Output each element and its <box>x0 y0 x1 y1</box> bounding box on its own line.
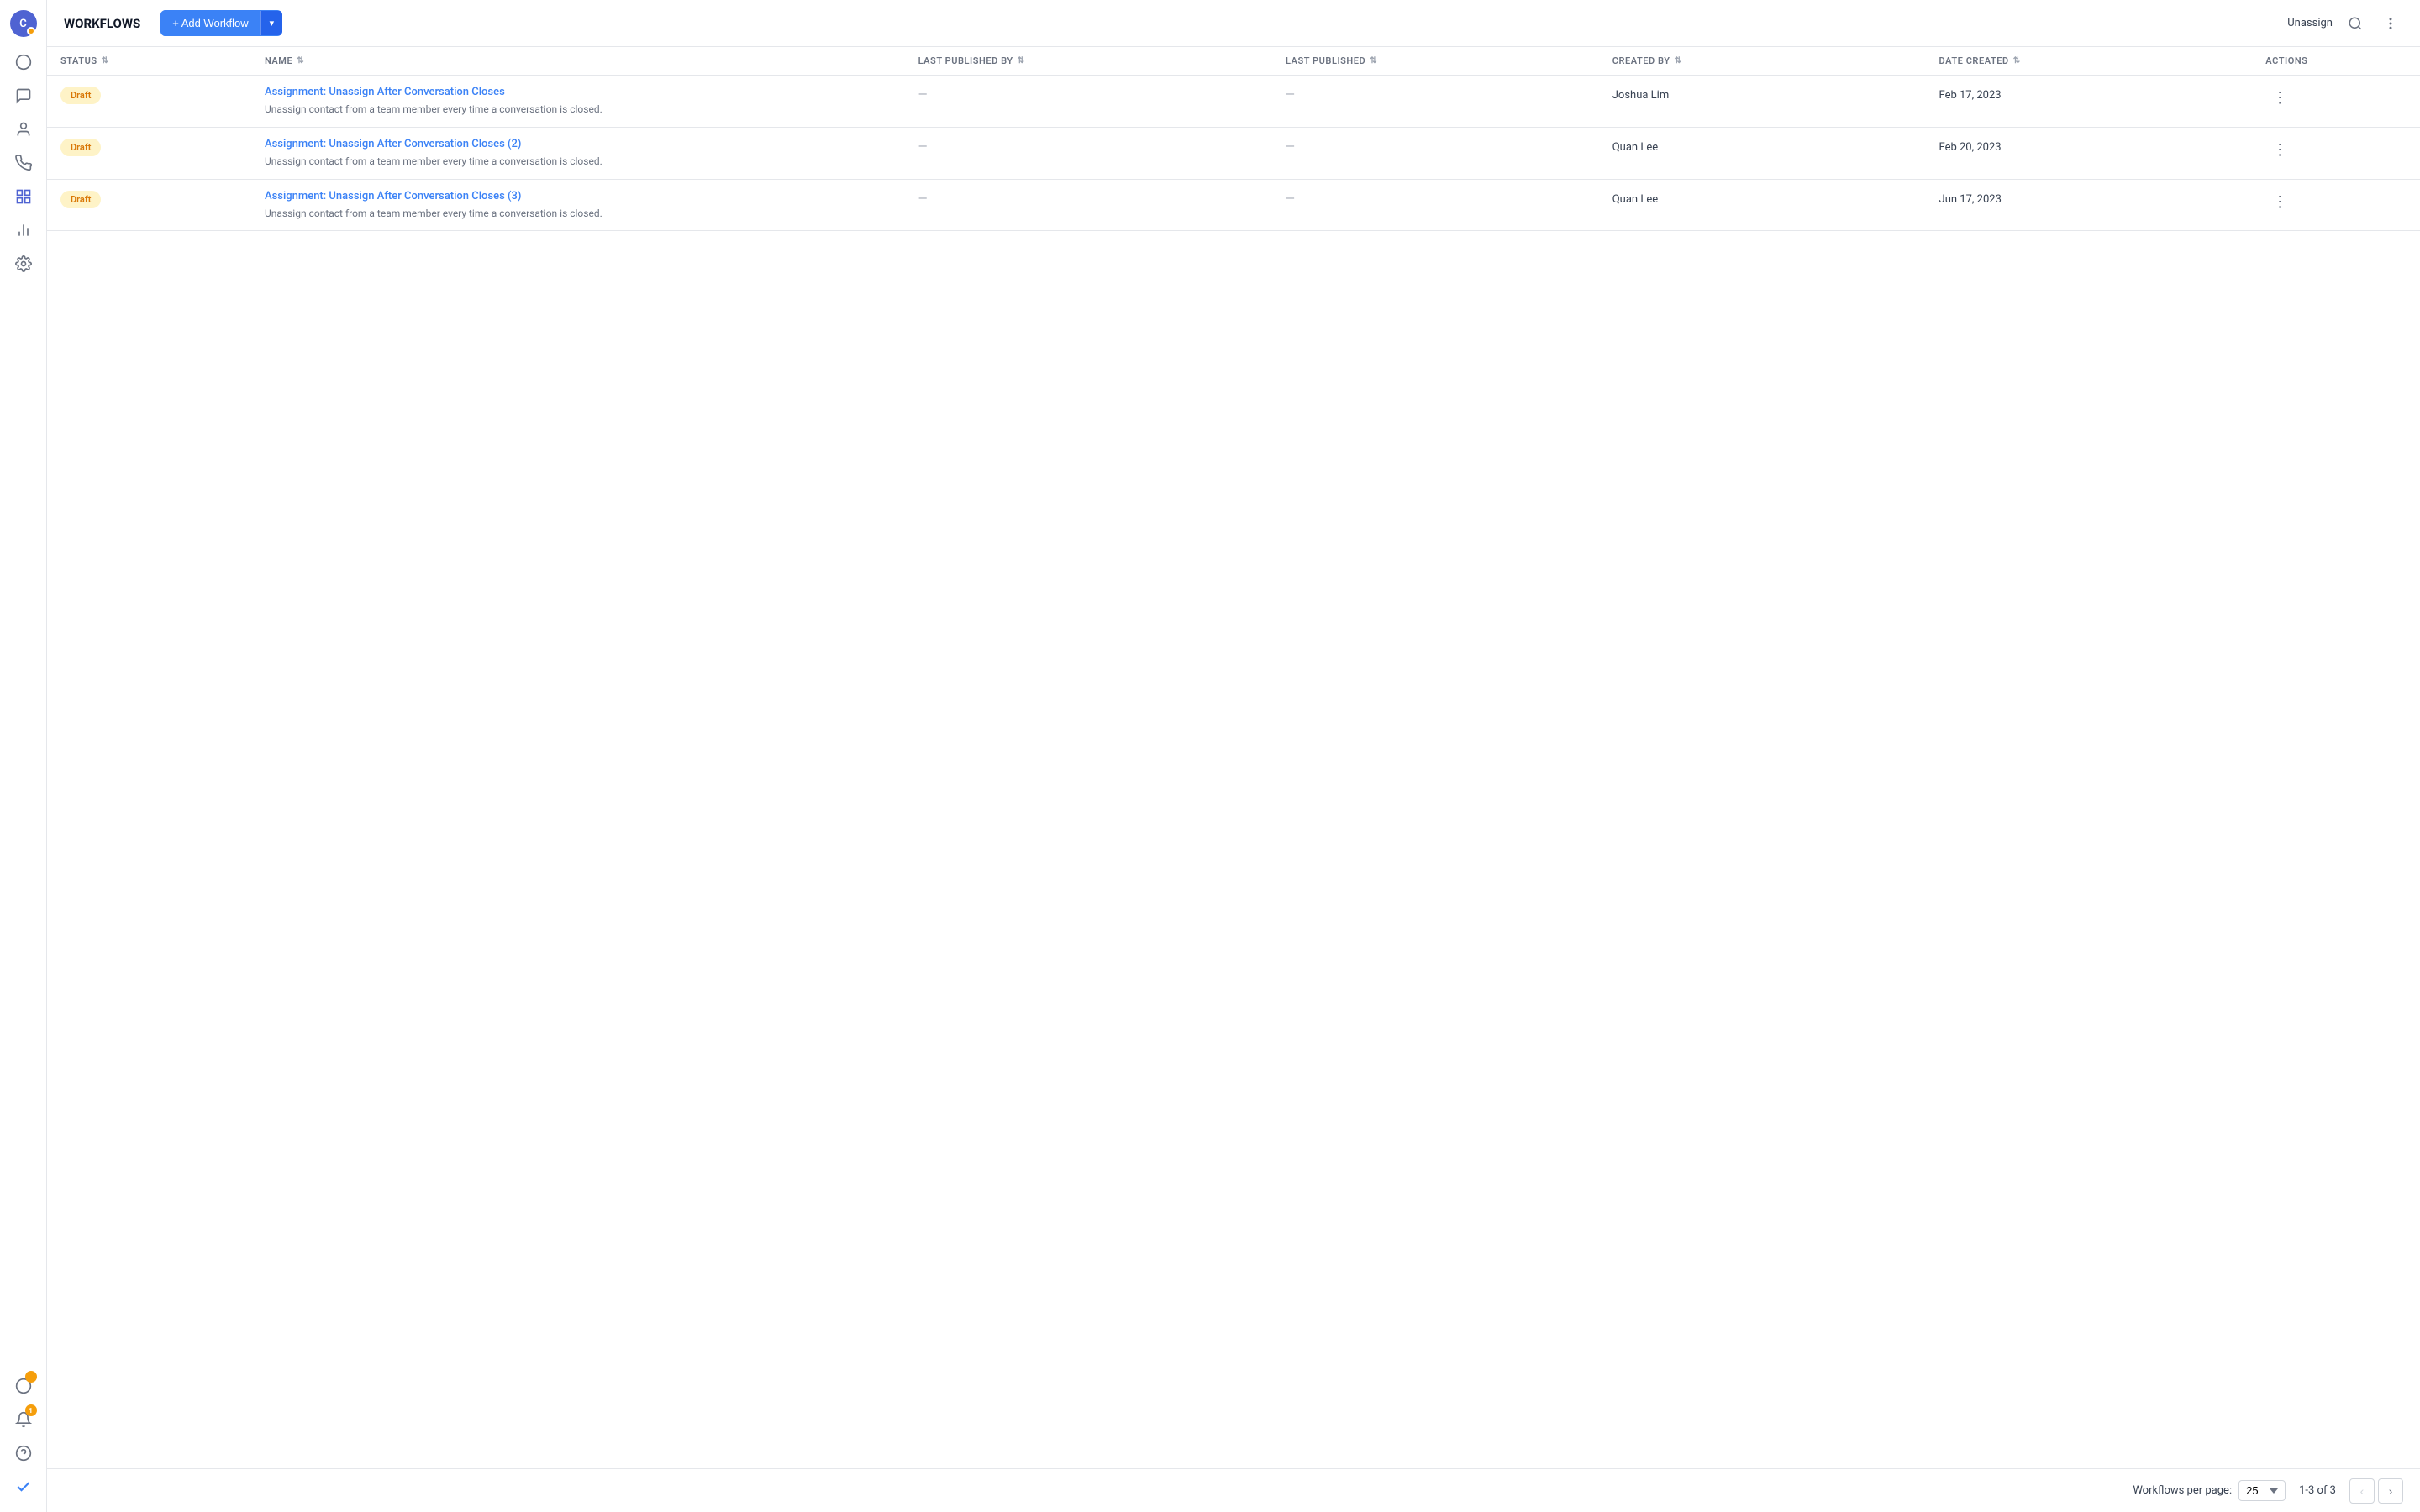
prev-page-button[interactable]: ‹ <box>2349 1478 2375 1504</box>
date-created-value: Jun 17, 2023 <box>1939 193 2002 206</box>
last-published-by-cell: — <box>905 76 1272 128</box>
table-row: Draft Assignment: Unassign After Convers… <box>47 179 2420 231</box>
workflow-name-link[interactable]: Assignment: Unassign After Conversation … <box>265 86 892 98</box>
next-page-button[interactable]: › <box>2378 1478 2403 1504</box>
created-by-value: Joshua Lim <box>1612 89 1669 102</box>
sidebar-item-analytics[interactable] <box>8 215 39 245</box>
status-cell: Draft <box>47 127 251 179</box>
sidebar-item-workflows[interactable] <box>8 181 39 212</box>
row-actions-button[interactable]: ⋮ <box>2265 138 2294 162</box>
per-page-control: Workflows per page: 10 25 50 100 <box>2133 1480 2286 1501</box>
date-created-value: Feb 20, 2023 <box>1939 141 2002 154</box>
search-icon <box>2348 16 2363 31</box>
date-created-cell: Jun 17, 2023 <box>1926 179 2253 231</box>
search-button[interactable] <box>2343 11 2368 36</box>
last-published-by-cell: — <box>905 179 1272 231</box>
name-cell: Assignment: Unassign After Conversation … <box>251 179 905 231</box>
name-cell: Assignment: Unassign After Conversation … <box>251 76 905 128</box>
created-by-cell: Quan Lee <box>1599 127 1926 179</box>
add-workflow-dropdown-button[interactable]: ▾ <box>260 11 283 35</box>
sidebar-item-conversations[interactable] <box>8 81 39 111</box>
status-cell: Draft <box>47 179 251 231</box>
date-created-cell: Feb 17, 2023 <box>1926 76 2253 128</box>
table-header-row: STATUS ⇅ NAME ⇅ LAST PUBLISHED BY <box>47 47 2420 76</box>
last-published-cell: — <box>1272 179 1599 231</box>
per-page-label: Workflows per page: <box>2133 1484 2232 1497</box>
sidebar-item-broadcasts[interactable] <box>8 148 39 178</box>
sidebar-item-home[interactable] <box>8 47 39 77</box>
page-title: WORKFLOWS <box>64 16 140 31</box>
sidebar-item-help[interactable] <box>8 1438 39 1468</box>
more-options-icon <box>2383 16 2398 31</box>
more-options-button[interactable] <box>2378 11 2403 36</box>
col-header-last-published-by[interactable]: LAST PUBLISHED BY ⇅ <box>905 47 1272 76</box>
avatar[interactable]: C <box>10 10 37 37</box>
workflow-name-link[interactable]: Assignment: Unassign After Conversation … <box>265 138 892 150</box>
last-published-cell: — <box>1272 127 1599 179</box>
last-published-by-cell: — <box>905 127 1272 179</box>
col-header-date-created[interactable]: DATE CREATED ⇅ <box>1926 47 2253 76</box>
date-created-value: Feb 17, 2023 <box>1939 89 2002 102</box>
add-workflow-button[interactable]: + Add Workflow <box>160 10 260 36</box>
status-dot <box>27 27 35 35</box>
table-footer: Workflows per page: 10 25 50 100 1-3 of … <box>47 1468 2420 1512</box>
table-row: Draft Assignment: Unassign After Convers… <box>47 76 2420 128</box>
row-actions-button[interactable]: ⋮ <box>2265 190 2294 214</box>
col-header-status[interactable]: STATUS ⇅ <box>47 47 251 76</box>
sidebar-item-check[interactable] <box>8 1472 39 1502</box>
created-by-value: Quan Lee <box>1612 141 1658 154</box>
add-workflow-button-group: + Add Workflow ▾ <box>160 10 282 36</box>
last-published-by-value: — <box>918 192 928 206</box>
status-badge: Draft <box>60 139 101 156</box>
sort-icon-status: ⇅ <box>102 56 109 66</box>
per-page-select[interactable]: 10 25 50 100 <box>2238 1480 2286 1501</box>
name-cell: Assignment: Unassign After Conversation … <box>251 127 905 179</box>
notifications-badge: 1 <box>25 1404 37 1416</box>
actions-cell: ⋮ <box>2252 76 2420 128</box>
last-published-cell: — <box>1272 76 1599 128</box>
col-header-created-by[interactable]: CREATED BY ⇅ <box>1599 47 1926 76</box>
created-by-value: Quan Lee <box>1612 193 1658 206</box>
date-created-cell: Feb 20, 2023 <box>1926 127 2253 179</box>
sidebar-item-notifications[interactable]: 1 <box>8 1404 39 1435</box>
filter-label[interactable]: Unassign <box>2287 17 2333 29</box>
workflow-description: Unassign contact from a team member ever… <box>265 155 602 167</box>
sort-icon-created-by: ⇅ <box>1675 56 1682 66</box>
last-published-value: — <box>1286 88 1295 102</box>
workflow-description: Unassign contact from a team member ever… <box>265 207 602 219</box>
status-badge: Draft <box>60 191 101 208</box>
workflow-name-link[interactable]: Assignment: Unassign After Conversation … <box>265 190 892 202</box>
main-content: WORKFLOWS + Add Workflow ▾ Unassign STAT… <box>47 0 2420 1512</box>
table-container: STATUS ⇅ NAME ⇅ LAST PUBLISHED BY <box>47 47 2420 1512</box>
status-cell: Draft <box>47 76 251 128</box>
workflows-table: STATUS ⇅ NAME ⇅ LAST PUBLISHED BY <box>47 47 2420 231</box>
last-published-value: — <box>1286 140 1295 154</box>
pagination-nav: ‹ › <box>2349 1478 2403 1504</box>
user-status-dot <box>25 1371 37 1383</box>
header: WORKFLOWS + Add Workflow ▾ Unassign <box>47 0 2420 47</box>
last-published-by-value: — <box>918 88 928 102</box>
last-published-by-value: — <box>918 140 928 154</box>
col-header-last-published[interactable]: LAST PUBLISHED ⇅ <box>1272 47 1599 76</box>
created-by-cell: Quan Lee <box>1599 179 1926 231</box>
last-published-value: — <box>1286 192 1295 206</box>
status-badge: Draft <box>60 87 101 104</box>
table-row: Draft Assignment: Unassign After Convers… <box>47 127 2420 179</box>
col-header-name[interactable]: NAME ⇅ <box>251 47 905 76</box>
sidebar: C 1 <box>0 0 47 1512</box>
created-by-cell: Joshua Lim <box>1599 76 1926 128</box>
sidebar-item-user-status[interactable] <box>8 1371 39 1401</box>
sidebar-item-settings[interactable] <box>8 249 39 279</box>
actions-cell: ⋮ <box>2252 127 2420 179</box>
workflow-description: Unassign contact from a team member ever… <box>265 103 602 115</box>
sort-icon-last-pub-by: ⇅ <box>1018 56 1025 66</box>
sort-icon-name: ⇅ <box>297 56 304 66</box>
col-header-actions: ACTIONS <box>2252 47 2420 76</box>
page-count: 1-3 of 3 <box>2299 1484 2336 1497</box>
actions-cell: ⋮ <box>2252 179 2420 231</box>
sort-icon-last-pub: ⇅ <box>1370 56 1377 66</box>
sidebar-item-contacts[interactable] <box>8 114 39 144</box>
sort-icon-date-created: ⇅ <box>2013 56 2021 66</box>
row-actions-button[interactable]: ⋮ <box>2265 86 2294 110</box>
